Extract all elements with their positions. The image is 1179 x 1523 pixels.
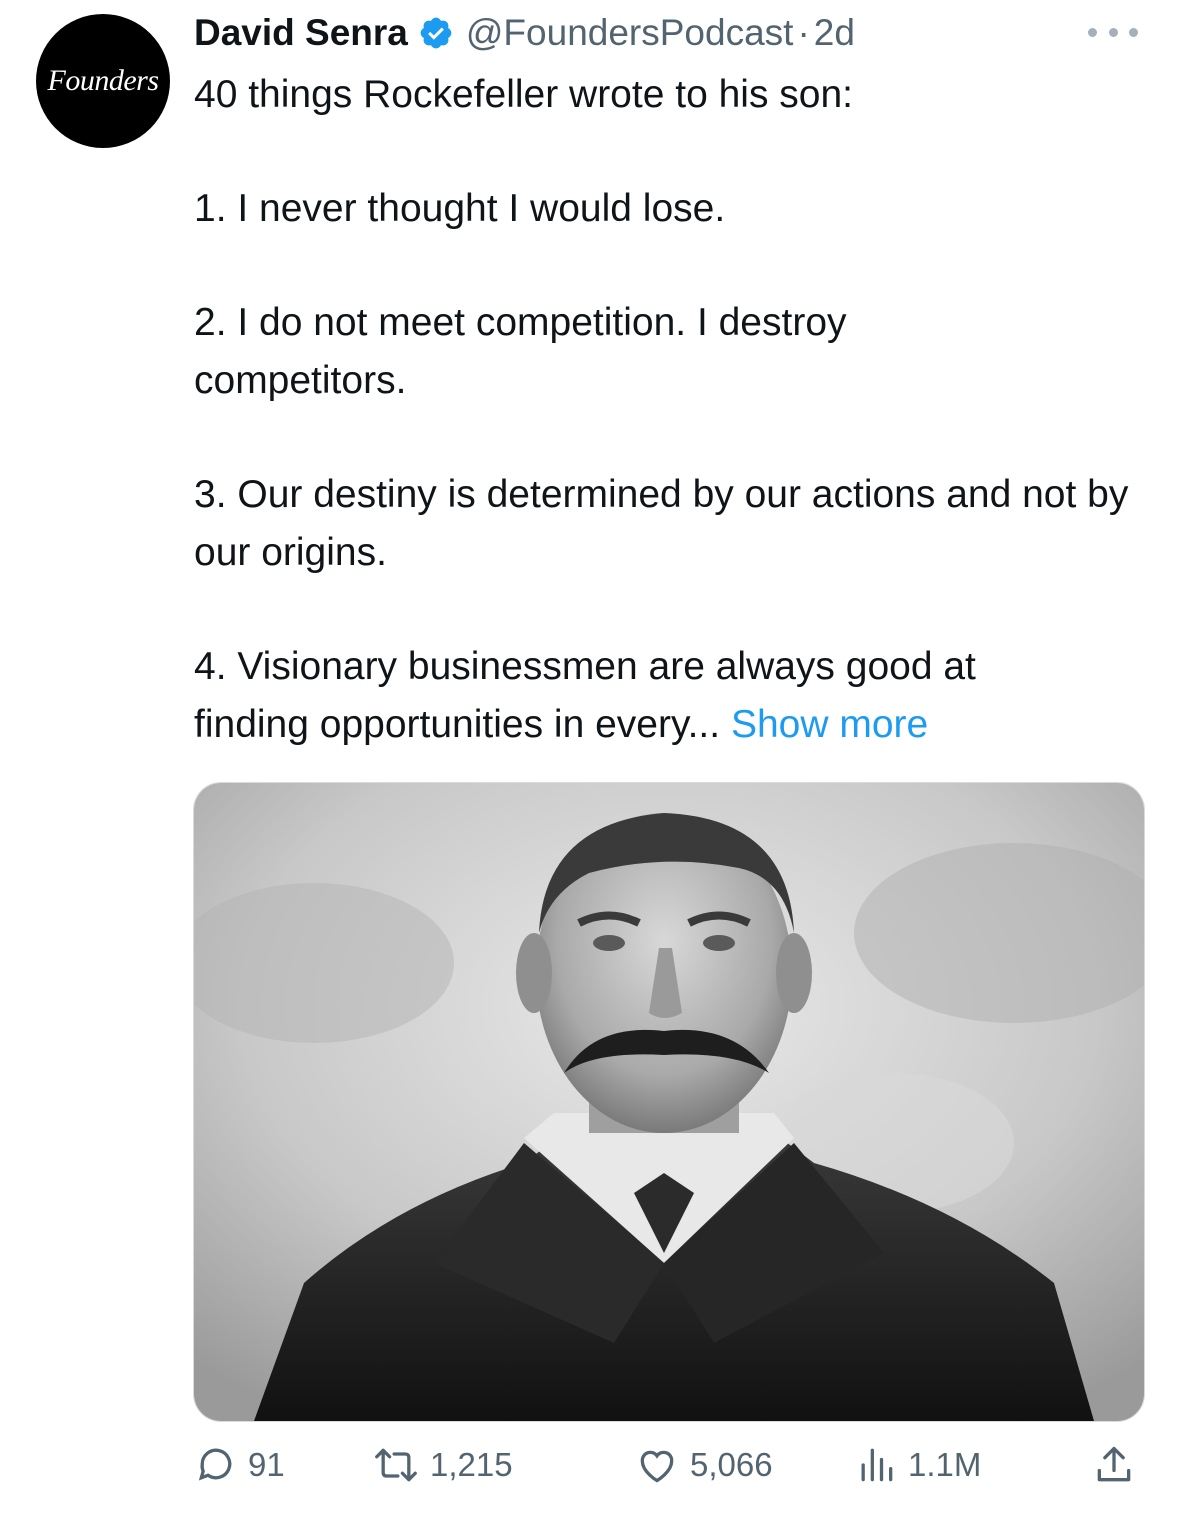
reply-button[interactable]: 91 [194, 1440, 285, 1490]
heart-icon [640, 1450, 674, 1483]
tweet-item: 1. I never thought I would lose. [194, 187, 726, 230]
repost-count: 1,215 [430, 1446, 513, 1483]
tweet-item: 4. Visionary businessmen are always good… [194, 645, 976, 746]
share-button[interactable] [1092, 1440, 1146, 1490]
tweet-photo[interactable] [193, 782, 1145, 1422]
portrait-photo-image [194, 783, 1144, 1421]
more-dot [1088, 27, 1097, 37]
tweet-item: 2. I do not meet competition. I destroy … [194, 301, 847, 402]
reply-icon [198, 1448, 232, 1481]
share-icon [1097, 1446, 1131, 1482]
like-button[interactable]: 5,066 [634, 1440, 773, 1490]
avatar-logo-text: Founders [47, 64, 160, 97]
views-chart-icon [861, 1448, 893, 1482]
timestamp[interactable]: 2d [814, 12, 855, 54]
author-handle[interactable]: @FoundersPodcast [466, 12, 794, 54]
show-more-link[interactable]: Show more [731, 703, 928, 746]
avatar[interactable]: Founders [36, 14, 170, 148]
author-name[interactable]: David Senra [194, 12, 408, 54]
separator-dot: · [797, 12, 810, 53]
like-count: 5,066 [690, 1446, 773, 1483]
tweet-intro: 40 things Rockefeller wrote to his son: [194, 73, 854, 116]
verified-badge-icon [420, 17, 452, 49]
repost-button[interactable]: 1,215 [372, 1440, 513, 1490]
more-dot [1108, 27, 1118, 37]
views-count: 1.1M [908, 1446, 982, 1483]
tweet-actions: 91 1,215 5,066 1.1M [194, 1440, 1142, 1490]
views-button[interactable]: 1.1M [854, 1440, 981, 1490]
more-options-icon[interactable] [1088, 20, 1138, 44]
repost-icon [375, 1448, 417, 1482]
tweet-item: 3. Our destiny is determined by our acti… [194, 473, 1129, 574]
tweet-text: 40 things Rockefeller wrote to his son: … [194, 66, 1154, 754]
reply-count: 91 [248, 1446, 285, 1483]
tweet-header: David Senra @FoundersPodcast · 2d [194, 8, 855, 58]
more-dot [1129, 27, 1138, 37]
